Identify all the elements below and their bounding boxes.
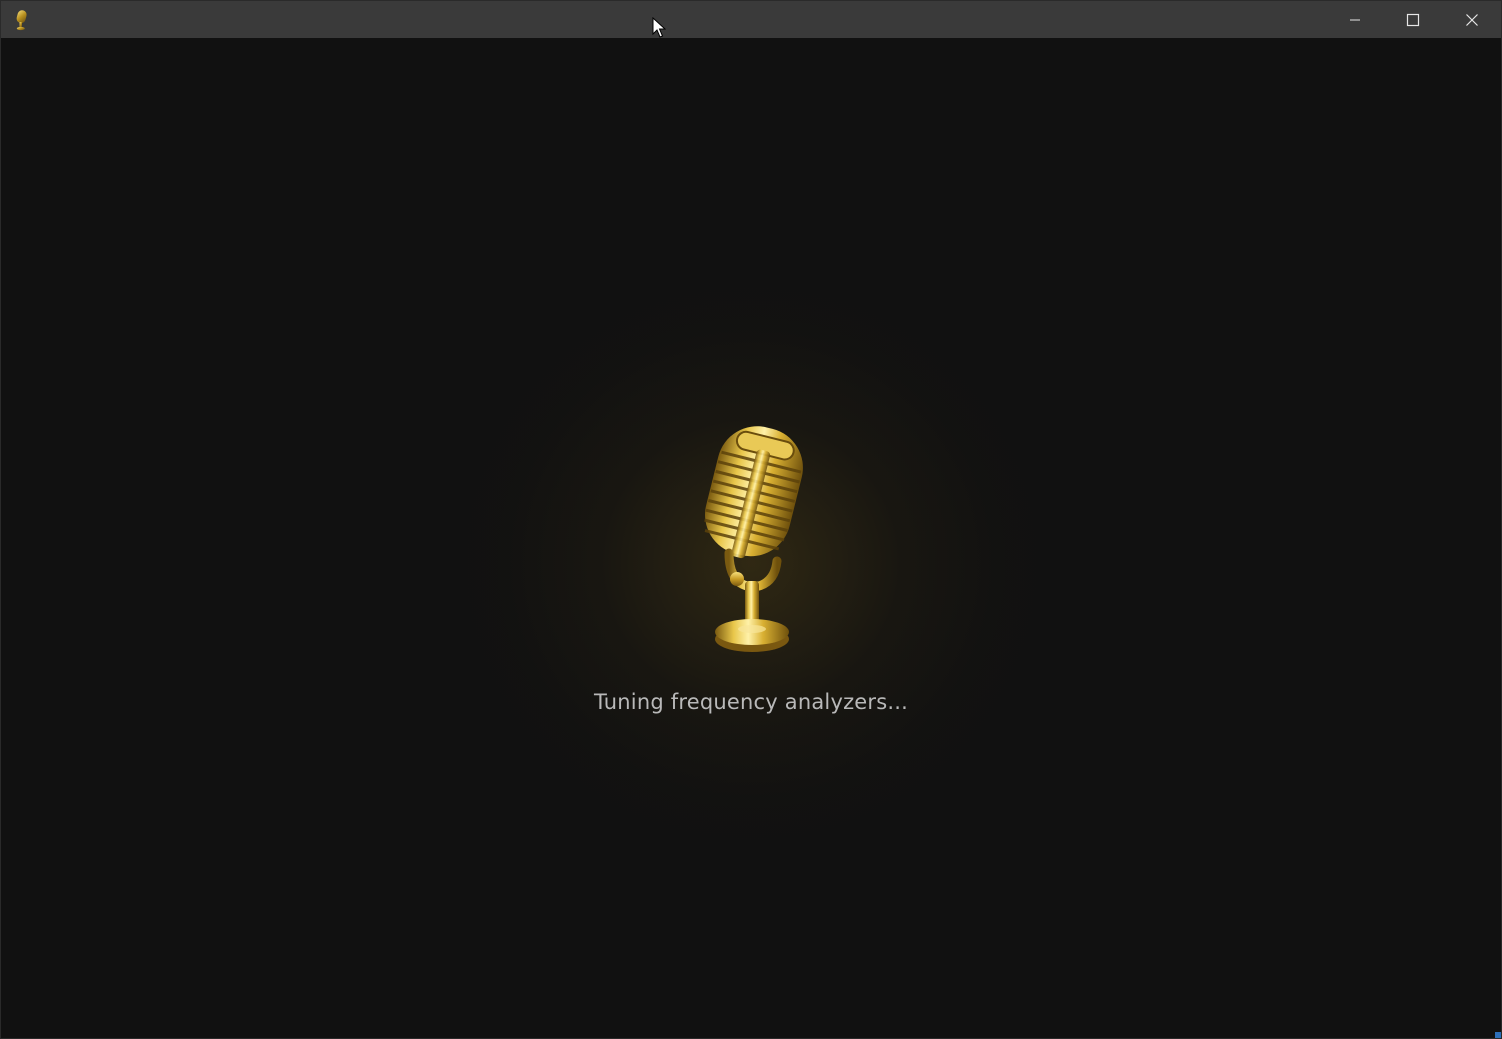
close-button[interactable] (1443, 1, 1501, 38)
golden-microphone-icon (704, 426, 803, 652)
app-window: Tuning frequency analyzers... (0, 0, 1502, 1039)
minimize-icon (1350, 19, 1360, 20)
splash-screen: Tuning frequency analyzers... (1, 38, 1501, 1038)
title-bar[interactable] (1, 1, 1501, 38)
close-icon (1466, 13, 1478, 26)
microphone-icon (16, 10, 27, 31)
loading-status-text: Tuning frequency analyzers... (593, 690, 909, 714)
maximize-button[interactable] (1384, 1, 1442, 38)
maximize-icon (1406, 13, 1420, 26)
mouse-cursor-icon (652, 17, 666, 38)
minimize-button[interactable] (1326, 1, 1384, 38)
resize-corner (1495, 1032, 1501, 1038)
